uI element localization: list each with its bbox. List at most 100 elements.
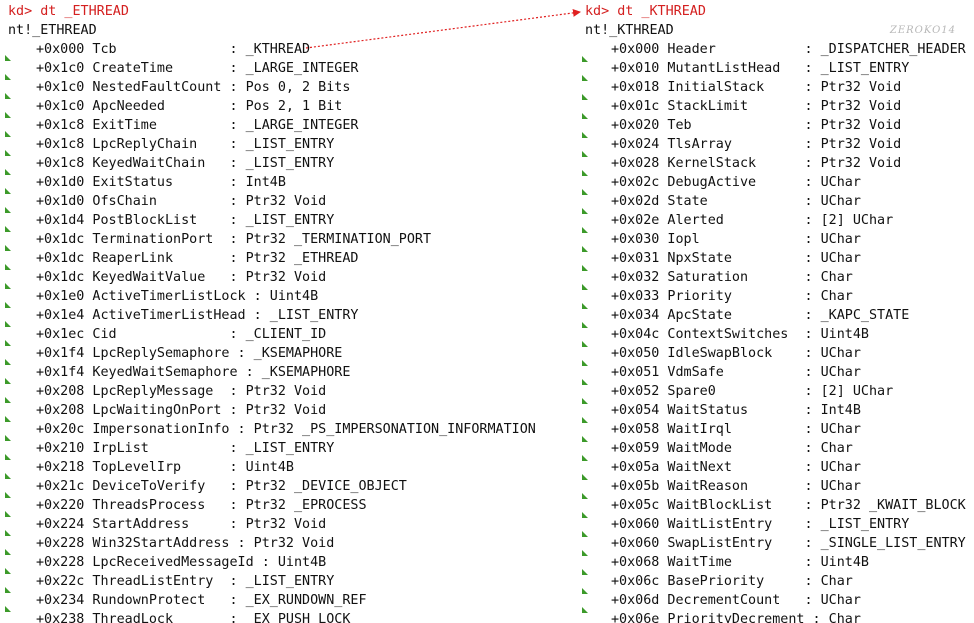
field-text: +0x1e4 ActiveTimerListHead : _LIST_ENTRY <box>36 308 359 323</box>
field-text: +0x02e Alerted : [2] UChar <box>611 213 894 228</box>
field-row: +0x218 TopLevelIrp : Uint4B <box>0 458 570 479</box>
field-text: +0x1c8 ExitTime : _LARGE_INTEGER <box>36 118 359 133</box>
field-row: +0x020 Teb : Ptr32 Void <box>577 116 974 138</box>
field-text: +0x050 IdleSwapBlock : UChar <box>611 346 861 361</box>
field-row: +0x220 ThreadsProcess : Ptr32 _EPROCESS <box>0 496 570 517</box>
field-row: +0x054 WaitStatus : Int4B <box>577 401 974 423</box>
field-text: +0x05b WaitReason : UChar <box>611 479 861 494</box>
field-row: +0x030 Iopl : UChar <box>577 230 974 252</box>
field-row: +0x1c8 ExitTime : _LARGE_INTEGER <box>0 116 570 137</box>
field-text: +0x1dc TerminationPort : Ptr32 _TERMINAT… <box>36 232 432 247</box>
field-row: +0x052 Spare0 : [2] UChar <box>577 382 974 404</box>
field-row: +0x000 Header : _DISPATCHER_HEADER <box>577 40 974 62</box>
field-text: +0x05a WaitNext : UChar <box>611 460 861 475</box>
field-row: +0x051 VdmSafe : UChar <box>577 363 974 385</box>
field-text: +0x20c ImpersonationInfo : Ptr32 _PS_IMP… <box>36 422 536 437</box>
field-text: +0x054 WaitStatus : Int4B <box>611 403 861 418</box>
field-row: +0x018 InitialStack : Ptr32 Void <box>577 78 974 100</box>
right-command: dt _KTHREAD <box>617 4 706 19</box>
field-text: +0x1ec Cid : _CLIENT_ID <box>36 327 327 342</box>
field-row: +0x208 LpcReplyMessage : Ptr32 Void <box>0 382 570 403</box>
field-text: +0x1d0 ExitStatus : Int4B <box>36 175 286 190</box>
field-row: +0x20c ImpersonationInfo : Ptr32 _PS_IMP… <box>0 420 570 441</box>
field-row: +0x024 TlsArray : Ptr32 Void <box>577 135 974 157</box>
field-text: +0x220 ThreadsProcess : Ptr32 _EPROCESS <box>36 498 367 513</box>
field-text: +0x1c0 NestedFaultCount : Pos 0, 2 Bits <box>36 80 351 95</box>
field-row: +0x05c WaitBlockList : Ptr32 _KWAIT_BLOC… <box>577 496 974 518</box>
field-row: +0x028 KernelStack : Ptr32 Void <box>577 154 974 176</box>
field-text: +0x060 WaitListEntry : _LIST_ENTRY <box>611 517 910 532</box>
field-text: +0x02c DebugActive : UChar <box>611 175 861 190</box>
field-text: +0x051 VdmSafe : UChar <box>611 365 861 380</box>
field-text: +0x210 IrpList : _LIST_ENTRY <box>36 441 335 456</box>
field-row: +0x02d State : UChar <box>577 192 974 214</box>
field-text: +0x06d DecrementCount : UChar <box>611 593 861 608</box>
field-row: +0x208 LpcWaitingOnPort : Ptr32 Void <box>0 401 570 422</box>
field-row: +0x02c DebugActive : UChar <box>577 173 974 195</box>
field-text: +0x1f4 LpcReplySemaphore : _KSEMAPHORE <box>36 346 343 361</box>
field-text: +0x000 Tcb : _KTHREAD <box>36 42 311 57</box>
field-text: +0x06c BasePriority : Char <box>611 574 853 589</box>
field-row: +0x06c BasePriority : Char <box>577 572 974 594</box>
field-row: +0x058 WaitIrql : UChar <box>577 420 974 442</box>
field-text: +0x01c StackLimit : Ptr32 Void <box>611 99 902 114</box>
field-row: +0x02e Alerted : [2] UChar <box>577 211 974 233</box>
field-row: +0x1f4 KeyedWaitSemaphore : _KSEMAPHORE <box>0 363 570 384</box>
field-row: +0x1c8 KeyedWaitChain : _LIST_ENTRY <box>0 154 570 175</box>
field-row: +0x1c0 CreateTime : _LARGE_INTEGER <box>0 59 570 80</box>
field-text: +0x02d State : UChar <box>611 194 861 209</box>
field-row: +0x1d0 OfsChain : Ptr32 Void <box>0 192 570 213</box>
left-type-header: nt!_ETHREAD <box>8 23 97 38</box>
left-prompt: kd> <box>8 4 33 19</box>
left-command: dt _ETHREAD <box>40 4 129 19</box>
field-text: +0x031 NpxState : UChar <box>611 251 861 266</box>
field-row: +0x1dc ReaperLink : Ptr32 _ETHREAD <box>0 249 570 270</box>
field-row: +0x034 ApcState : _KAPC_STATE <box>577 306 974 328</box>
field-text: +0x020 Teb : Ptr32 Void <box>611 118 902 133</box>
field-text: +0x010 MutantListHead : _LIST_ENTRY <box>611 61 910 76</box>
field-row: +0x1d0 ExitStatus : Int4B <box>0 173 570 194</box>
left-debugger-pane: kd> dt _ETHREAD nt!_ETHREAD +0x000 Tcb :… <box>0 0 570 623</box>
watermark: ZEROKO14 <box>889 25 956 36</box>
right-command-line: kd> dt _KTHREAD <box>585 2 706 21</box>
field-text: +0x1e0 ActiveTimerListLock : Uint4B <box>36 289 319 304</box>
field-row: +0x224 StartAddress : Ptr32 Void <box>0 515 570 536</box>
field-row: +0x1dc TerminationPort : Ptr32 _TERMINAT… <box>0 230 570 251</box>
field-row: +0x22c ThreadListEntry : _LIST_ENTRY <box>0 572 570 593</box>
field-text: +0x04c ContextSwitches : Uint4B <box>611 327 869 342</box>
field-row: +0x1c8 LpcReplyChain : _LIST_ENTRY <box>0 135 570 156</box>
field-text: +0x1dc ReaperLink : Ptr32 _ETHREAD <box>36 251 359 266</box>
field-text: +0x1c0 ApcNeeded : Pos 2, 1 Bit <box>36 99 343 114</box>
field-text: +0x1f4 KeyedWaitSemaphore : _KSEMAPHORE <box>36 365 351 380</box>
field-text: +0x224 StartAddress : Ptr32 Void <box>36 517 327 532</box>
field-row: +0x05b WaitReason : UChar <box>577 477 974 499</box>
field-row: +0x060 WaitListEntry : _LIST_ENTRY <box>577 515 974 537</box>
field-row: +0x234 RundownProtect : _EX_RUNDOWN_REF <box>0 591 570 612</box>
left-command-line: kd> dt _ETHREAD <box>8 2 129 21</box>
right-type-header: nt!_KTHREAD <box>585 23 674 38</box>
field-row: +0x06d DecrementCount : UChar <box>577 591 974 613</box>
field-row: +0x1d4 PostBlockList : _LIST_ENTRY <box>0 211 570 232</box>
field-text: +0x06e PriorityDecrement : Char <box>611 612 861 623</box>
field-row: +0x1f4 LpcReplySemaphore : _KSEMAPHORE <box>0 344 570 365</box>
field-text: +0x1c0 CreateTime : _LARGE_INTEGER <box>36 61 359 76</box>
field-text: +0x032 Saturation : Char <box>611 270 853 285</box>
field-row: +0x228 Win32StartAddress : Ptr32 Void <box>0 534 570 555</box>
field-row: +0x059 WaitMode : Char <box>577 439 974 461</box>
field-text: +0x1c8 KeyedWaitChain : _LIST_ENTRY <box>36 156 335 171</box>
field-text: +0x034 ApcState : _KAPC_STATE <box>611 308 910 323</box>
field-row: +0x050 IdleSwapBlock : UChar <box>577 344 974 366</box>
field-text: +0x1d0 OfsChain : Ptr32 Void <box>36 194 327 209</box>
field-text: +0x05c WaitBlockList : Ptr32 _KWAIT_BLOC… <box>611 498 966 513</box>
field-text: +0x1dc KeyedWaitValue : Ptr32 Void <box>36 270 327 285</box>
field-row: +0x000 Tcb : _KTHREAD <box>0 40 570 61</box>
field-text: +0x21c DeviceToVerify : Ptr32 _DEVICE_OB… <box>36 479 407 494</box>
field-text: +0x1d4 PostBlockList : _LIST_ENTRY <box>36 213 335 228</box>
field-row: +0x21c DeviceToVerify : Ptr32 _DEVICE_OB… <box>0 477 570 498</box>
field-row: +0x068 WaitTime : Uint4B <box>577 553 974 575</box>
field-text: +0x018 InitialStack : Ptr32 Void <box>611 80 902 95</box>
field-row: +0x1e0 ActiveTimerListLock : Uint4B <box>0 287 570 308</box>
field-row: +0x1e4 ActiveTimerListHead : _LIST_ENTRY <box>0 306 570 327</box>
field-text: +0x238 ThreadLock : _EX_PUSH_LOCK <box>36 612 351 623</box>
field-row: +0x1c0 ApcNeeded : Pos 2, 1 Bit <box>0 97 570 118</box>
